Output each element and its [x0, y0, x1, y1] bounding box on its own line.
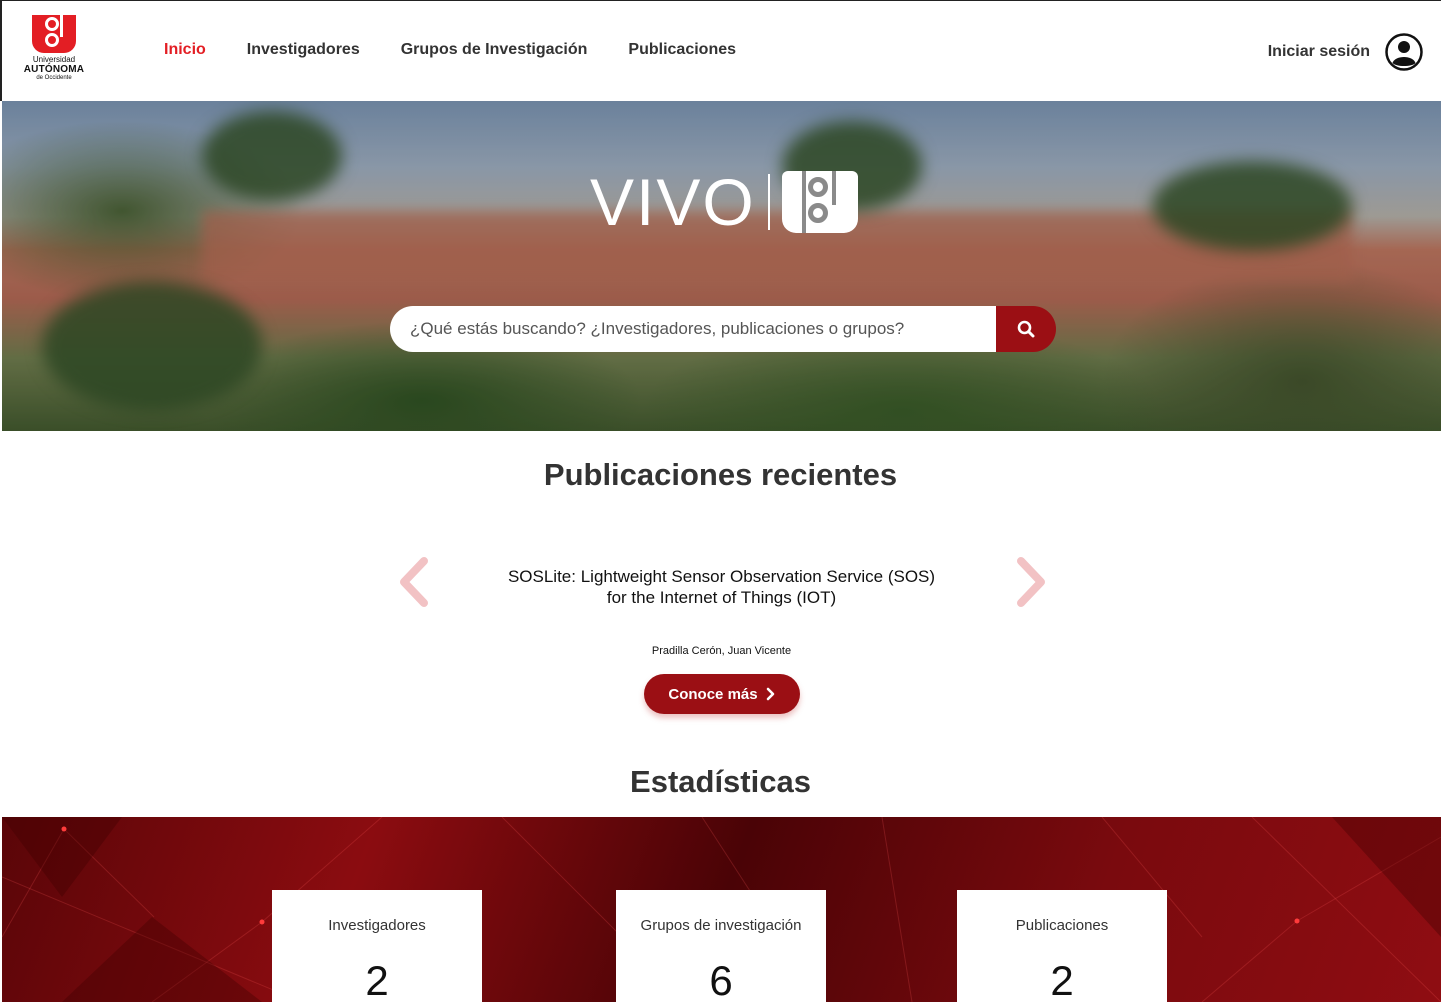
- search-icon: [1017, 320, 1035, 338]
- chevron-right-icon: [766, 687, 774, 701]
- vivo-separator: [767, 174, 770, 230]
- stat-card-value: 2: [1050, 957, 1074, 1002]
- user-avatar-icon[interactable]: [1385, 33, 1423, 71]
- logo-line3: de Occidente: [36, 75, 72, 81]
- nav-item-investigadores[interactable]: Investigadores: [247, 41, 360, 59]
- hero-palm-decoration: [202, 111, 342, 201]
- hero-palm-decoration: [42, 281, 262, 411]
- stat-card-label: Grupos de investigación: [640, 917, 802, 934]
- publication-title[interactable]: SOSLite: Lightweight Sensor Observation …: [500, 566, 943, 608]
- search-bar: [390, 306, 1056, 352]
- logo-line1: Universidad: [32, 55, 76, 64]
- nav-item-grupos[interactable]: Grupos de Investigación: [401, 41, 588, 59]
- logo-mark-icon: [32, 15, 76, 53]
- stat-card-value: 6: [709, 957, 733, 1002]
- learn-more-button[interactable]: Conoce más: [644, 674, 800, 714]
- learn-more-label: Conoce más: [668, 685, 758, 703]
- stat-card-value: 2: [365, 957, 389, 1002]
- stat-card-publicaciones[interactable]: Publicaciones 2: [957, 890, 1167, 1002]
- stat-card-label: Investigadores: [328, 917, 426, 934]
- stat-card-grupos[interactable]: Grupos de investigación 6: [616, 890, 826, 1002]
- nav-item-inicio[interactable]: Inicio: [164, 41, 206, 59]
- hero-banner: VIVO: [2, 101, 1441, 431]
- stat-card-label: Publicaciones: [1015, 917, 1109, 934]
- university-logo[interactable]: Universidad AUTÓNOMA de Occidente: [18, 15, 90, 87]
- vivo-brand: VIVO: [590, 169, 858, 235]
- statistics-title: Estadísticas: [630, 764, 811, 799]
- carousel-next-icon[interactable]: [1015, 557, 1049, 607]
- search-input[interactable]: [390, 306, 996, 352]
- publication-author: Pradilla Cerón, Juan Vicente: [651, 645, 792, 657]
- hero-palm-decoration: [1152, 161, 1352, 251]
- vivo-logo-icon: [781, 171, 858, 233]
- vivo-brand-text: VIVO: [590, 165, 756, 239]
- main-nav: Inicio Investigadores Grupos de Investig…: [164, 41, 736, 59]
- recent-publications-title: Publicaciones recientes: [543, 457, 898, 492]
- search-button[interactable]: [996, 306, 1056, 352]
- stat-card-investigadores[interactable]: Investigadores 2: [272, 890, 482, 1002]
- nav-item-publicaciones[interactable]: Publicaciones: [628, 41, 736, 59]
- carousel-prev-icon[interactable]: [396, 557, 430, 607]
- login-link[interactable]: Iniciar sesión: [1268, 43, 1370, 61]
- logo-line2: AUTÓNOMA: [23, 64, 85, 75]
- top-header: Universidad AUTÓNOMA de Occidente Inicio…: [0, 0, 1441, 101]
